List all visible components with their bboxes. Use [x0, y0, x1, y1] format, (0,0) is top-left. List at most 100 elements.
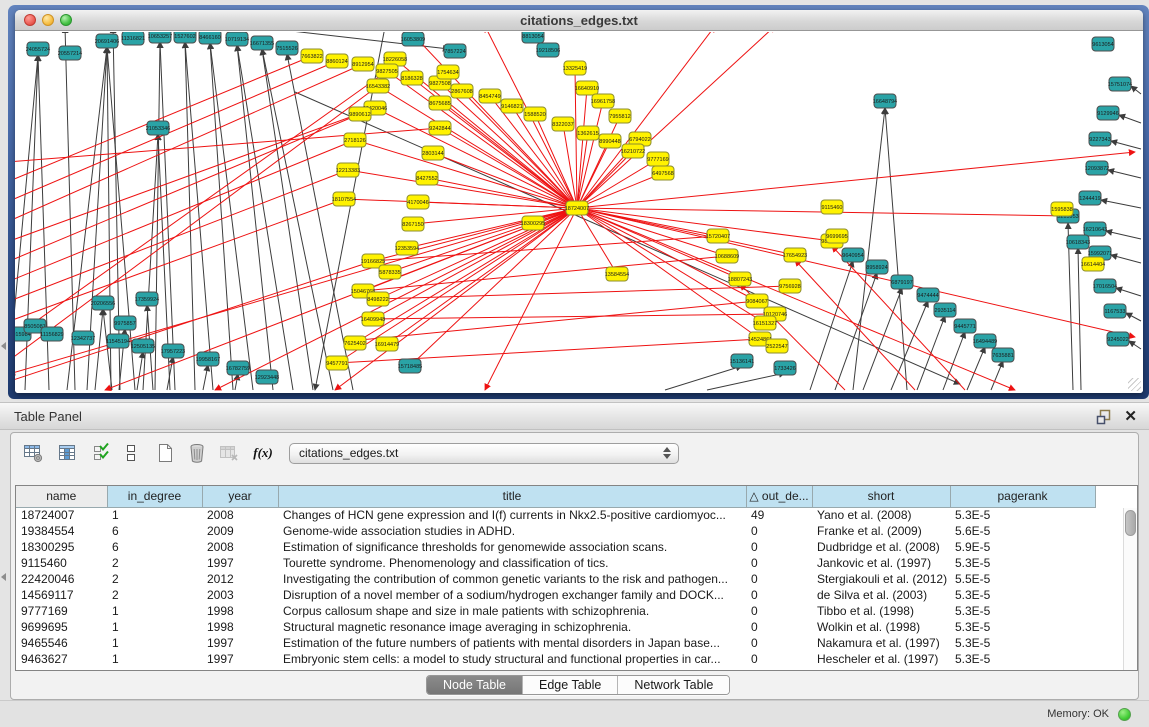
column-header-year[interactable]: year [202, 486, 278, 507]
graph-node[interactable]: 19218506 [536, 43, 560, 57]
cell-name[interactable]: 18300295 [16, 539, 107, 555]
cell-title[interactable]: Disruption of a novel member of a sodium… [278, 587, 746, 603]
graph-node[interactable]: 12342737 [71, 331, 95, 345]
graph-node[interactable]: 1244419 [1079, 191, 1101, 205]
graph-node[interactable]: 16409948 [361, 312, 385, 326]
cell-title[interactable]: Embryonic stem cells: a model to study s… [278, 651, 746, 667]
graph-node[interactable]: 13584554 [605, 267, 629, 281]
table-mode-button[interactable] [119, 441, 143, 465]
graph-node[interactable]: 16614404 [1081, 257, 1105, 271]
graph-node[interactable]: 17957223 [161, 344, 185, 358]
graph-node[interactable]: 9457791 [326, 356, 348, 370]
graph-node[interactable]: 8466160 [199, 32, 221, 44]
graph-node[interactable]: 1167533 [1104, 304, 1126, 318]
graph-node[interactable]: 21053346 [146, 121, 170, 135]
cell-pagerank[interactable]: 5.3E-5 [950, 555, 1095, 571]
graph-node[interactable]: 7635881 [992, 348, 1014, 362]
graph-node[interactable]: 1595838 [1051, 202, 1073, 216]
cell-out_degree[interactable]: 0 [746, 587, 812, 603]
table-row[interactable]: 1456911722003Disruption of a novel membe… [16, 587, 1095, 603]
cell-out_degree[interactable]: 0 [746, 523, 812, 539]
splitter-handle-icon[interactable] [1, 573, 6, 581]
graph-node[interactable]: 9242844 [429, 121, 451, 135]
table-row[interactable]: 2242004622012Investigating the contribut… [16, 571, 1095, 587]
graph-node[interactable]: 9699695 [826, 229, 848, 243]
graph-node[interactable]: 7663822 [301, 49, 323, 63]
cell-out_degree[interactable]: 49 [746, 507, 812, 523]
graph-node[interactable]: 9975857 [114, 316, 136, 330]
cell-out_degree[interactable]: 0 [746, 555, 812, 571]
network-window-titlebar[interactable]: citations_edges.txt [15, 10, 1143, 31]
graph-node[interactable]: 12353594 [395, 241, 419, 255]
graph-node[interactable]: 16961758 [591, 94, 615, 108]
cell-in_degree[interactable]: 6 [107, 523, 202, 539]
cell-name[interactable]: 9463627 [16, 651, 107, 667]
graph-node[interactable]: 16648794 [873, 94, 897, 108]
cell-year[interactable]: 2009 [202, 523, 278, 539]
cell-year[interactable]: 2003 [202, 587, 278, 603]
column-header-in_degree[interactable]: in_degree [107, 486, 202, 507]
cell-in_degree[interactable]: 1 [107, 507, 202, 523]
cell-name[interactable]: 14569117 [16, 587, 107, 603]
table-row[interactable]: 911546021997Tourette syndrome. Phenomeno… [16, 555, 1095, 571]
graph-node[interactable]: 10719134 [225, 32, 249, 46]
graph-node[interactable]: 20206556 [91, 296, 115, 310]
cell-short[interactable]: de Silva et al. (2003) [812, 587, 950, 603]
graph-node[interactable]: 9445771 [954, 319, 976, 333]
cell-pagerank[interactable]: 5.3E-5 [950, 651, 1095, 667]
graph-node[interactable]: 18724007 [565, 201, 589, 215]
cell-pagerank[interactable]: 5.5E-5 [950, 571, 1095, 587]
graph-node[interactable]: 6497568 [652, 166, 674, 180]
graph-node[interactable]: 9640954 [842, 248, 864, 262]
graph-node[interactable]: 9613054 [1092, 37, 1114, 51]
cell-title[interactable]: Investigating the contribution of common… [278, 571, 746, 587]
cell-out_degree[interactable]: 0 [746, 651, 812, 667]
cell-pagerank[interactable]: 5.9E-5 [950, 539, 1095, 555]
graph-node[interactable]: 1588520 [524, 107, 546, 121]
graph-node[interactable]: 12923448 [255, 370, 279, 384]
tab-edge-table[interactable]: Edge Table [523, 676, 618, 694]
cell-pagerank[interactable]: 5.3E-5 [950, 619, 1095, 635]
cell-title[interactable]: Structural magnetic resonance image aver… [278, 619, 746, 635]
graph-node[interactable]: 9115460 [821, 200, 843, 214]
graph-node[interactable]: 1527602 [174, 32, 196, 43]
cell-pagerank[interactable]: 5.6E-5 [950, 523, 1095, 539]
column-header-title[interactable]: title [278, 486, 746, 507]
graph-node[interactable]: 12505135 [131, 339, 155, 353]
graph-node[interactable]: 17654923 [783, 248, 807, 262]
graph-node[interactable]: 12093872 [1085, 161, 1109, 175]
cell-title[interactable]: Estimation of the future numbers of pati… [278, 635, 746, 651]
graph-node[interactable]: 11156829 [40, 327, 64, 341]
cell-title[interactable]: Genome-wide association studies in ADHD. [278, 523, 746, 539]
cell-year[interactable]: 2008 [202, 507, 278, 523]
graph-node[interactable]: 2803144 [422, 146, 444, 160]
cell-year[interactable]: 1998 [202, 619, 278, 635]
close-panel-icon[interactable]: ✕ [1124, 408, 1137, 425]
scrollbar-thumb[interactable] [1125, 510, 1136, 536]
graph-node[interactable]: 8427552 [416, 171, 438, 185]
cell-out_degree[interactable]: 0 [746, 619, 812, 635]
graph-node[interactable]: 24055724 [26, 42, 50, 56]
table-row[interactable]: 969969511998Structural magnetic resonanc… [16, 619, 1095, 635]
table-row[interactable]: 1830029562008Estimation of significance … [16, 539, 1095, 555]
graph-node[interactable]: 13325419 [563, 61, 587, 75]
network-canvas[interactable]: 2405572420557214206914061131682110653257… [15, 32, 1143, 393]
cell-year[interactable]: 2008 [202, 539, 278, 555]
graph-node[interactable]: 16210722 [621, 144, 645, 158]
table-row[interactable]: 977716911998Corpus callosum shape and si… [16, 603, 1095, 619]
graph-node[interactable]: 7625402 [344, 336, 366, 350]
graph-node[interactable]: 2522547 [766, 339, 788, 353]
cell-pagerank[interactable]: 5.3E-5 [950, 507, 1095, 523]
graph-node[interactable]: 10653257 [148, 32, 172, 43]
graph-node[interactable]: 18107554 [332, 192, 356, 206]
cell-in_degree[interactable]: 2 [107, 571, 202, 587]
cell-in_degree[interactable]: 1 [107, 635, 202, 651]
graph-node[interactable]: 12213383 [336, 163, 360, 177]
graph-node[interactable]: 11545194 [106, 334, 130, 348]
cell-short[interactable]: Hescheler et al. (1997) [812, 651, 950, 667]
graph-node[interactable]: 9777169 [647, 152, 669, 166]
graph-node[interactable]: 8958924 [866, 260, 888, 274]
graph-node[interactable]: 8912954 [352, 57, 374, 71]
column-header-pagerank[interactable]: pagerank [950, 486, 1095, 507]
graph-node[interactable]: 19958167 [196, 352, 220, 366]
